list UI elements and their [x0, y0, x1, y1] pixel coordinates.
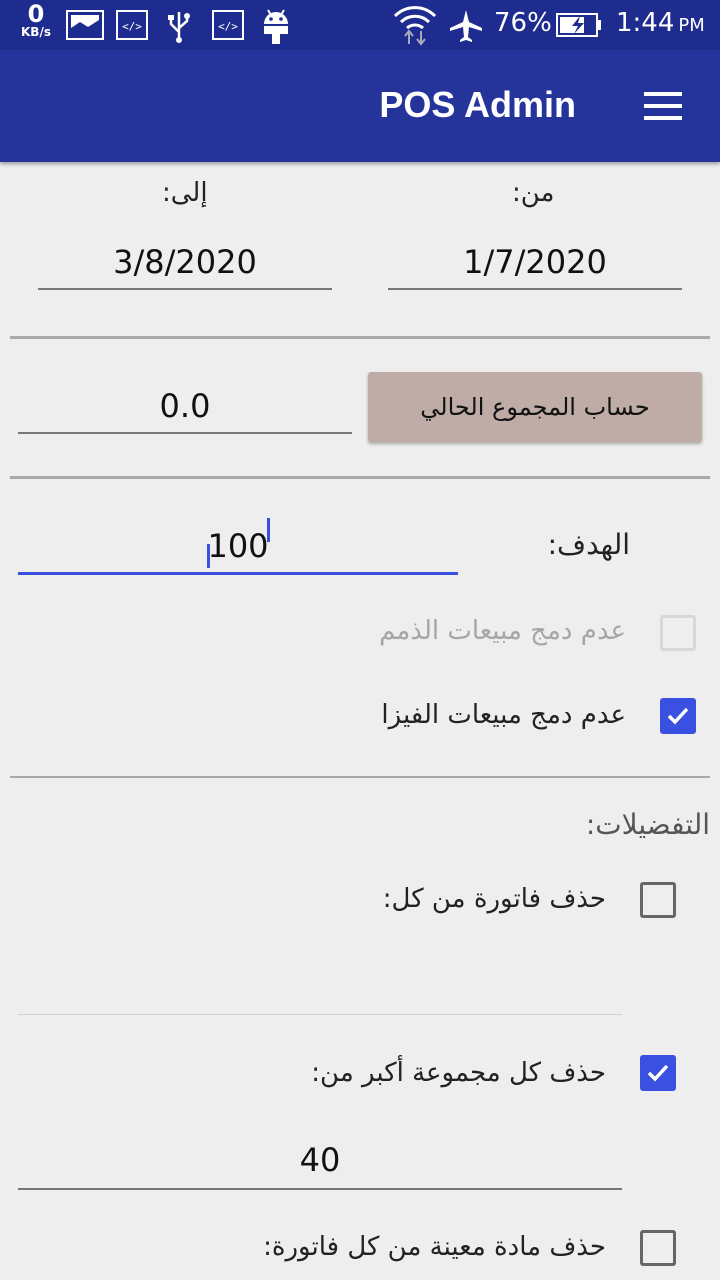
- delete-group-label: حذف كل مجموعة أكبر من:: [311, 1058, 606, 1088]
- delete-invoice-checkbox[interactable]: [640, 882, 676, 918]
- network-speed: 0 KB/s: [14, 2, 58, 38]
- delete-invoice-field: [18, 960, 622, 1015]
- network-speed-unit: KB/s: [21, 25, 51, 39]
- to-date-field[interactable]: 3/8/2020: [38, 240, 332, 290]
- current-total-field: 0.0: [18, 384, 352, 434]
- divider: [10, 336, 710, 339]
- airplane-icon: [450, 10, 482, 42]
- battery-percent: 76%: [494, 8, 552, 38]
- clock-ampm: PM: [678, 15, 705, 36]
- checkmark-icon: [667, 707, 689, 725]
- usb-icon: [168, 12, 190, 43]
- app-bar: POS Admin: [0, 50, 720, 162]
- target-input[interactable]: 100: [18, 520, 458, 575]
- text-selection-handle[interactable]: [207, 544, 210, 568]
- wifi-icon: [393, 6, 437, 46]
- to-label: إلى:: [162, 178, 208, 208]
- network-speed-value: 0: [27, 0, 45, 28]
- preferences-title: التفضيلات:: [585, 808, 710, 841]
- battery-charging-icon: [556, 13, 601, 37]
- delete-item-label: حذف مادة معينة من كل فاتورة:: [263, 1232, 606, 1262]
- android-icon: [264, 9, 288, 44]
- text-selection-handle[interactable]: [267, 518, 270, 542]
- code-icon: </>: [212, 10, 244, 40]
- clock: 1:44 PM: [616, 8, 705, 38]
- status-bar: 0 KB/s </> </> 76% 1:44 PM: [0, 0, 720, 50]
- svg-text:</>: </>: [218, 20, 238, 33]
- checkmark-icon: [647, 1064, 669, 1082]
- divider: [10, 776, 710, 778]
- app-title: POS Admin: [379, 84, 576, 125]
- no-merge-debt-sales-label: عدم دمج مبيعات الذمم: [379, 616, 626, 646]
- hamburger-menu-icon[interactable]: [644, 92, 684, 122]
- delete-group-field[interactable]: 40: [18, 1138, 622, 1190]
- delete-invoice-label: حذف فاتورة من كل:: [382, 884, 606, 914]
- clock-time: 1:44: [616, 8, 675, 38]
- no-merge-visa-sales-checkbox[interactable]: [660, 698, 696, 734]
- from-label: من:: [512, 178, 555, 208]
- target-label: الهدف:: [547, 528, 630, 561]
- from-date-field[interactable]: 1/7/2020: [388, 240, 682, 290]
- target-value: 100: [207, 527, 269, 565]
- svg-text:</>: </>: [122, 20, 142, 33]
- calculate-current-total-button[interactable]: حساب المجموع الحالي: [368, 372, 702, 442]
- no-merge-debt-sales-checkbox: [660, 615, 696, 651]
- delete-group-checkbox[interactable]: [640, 1055, 676, 1091]
- divider: [10, 476, 710, 479]
- code-icon: </>: [116, 10, 148, 40]
- no-merge-visa-sales-label: عدم دمج مبيعات الفيزا: [381, 700, 626, 730]
- gallery-icon: [66, 10, 104, 40]
- delete-item-checkbox[interactable]: [640, 1230, 676, 1266]
